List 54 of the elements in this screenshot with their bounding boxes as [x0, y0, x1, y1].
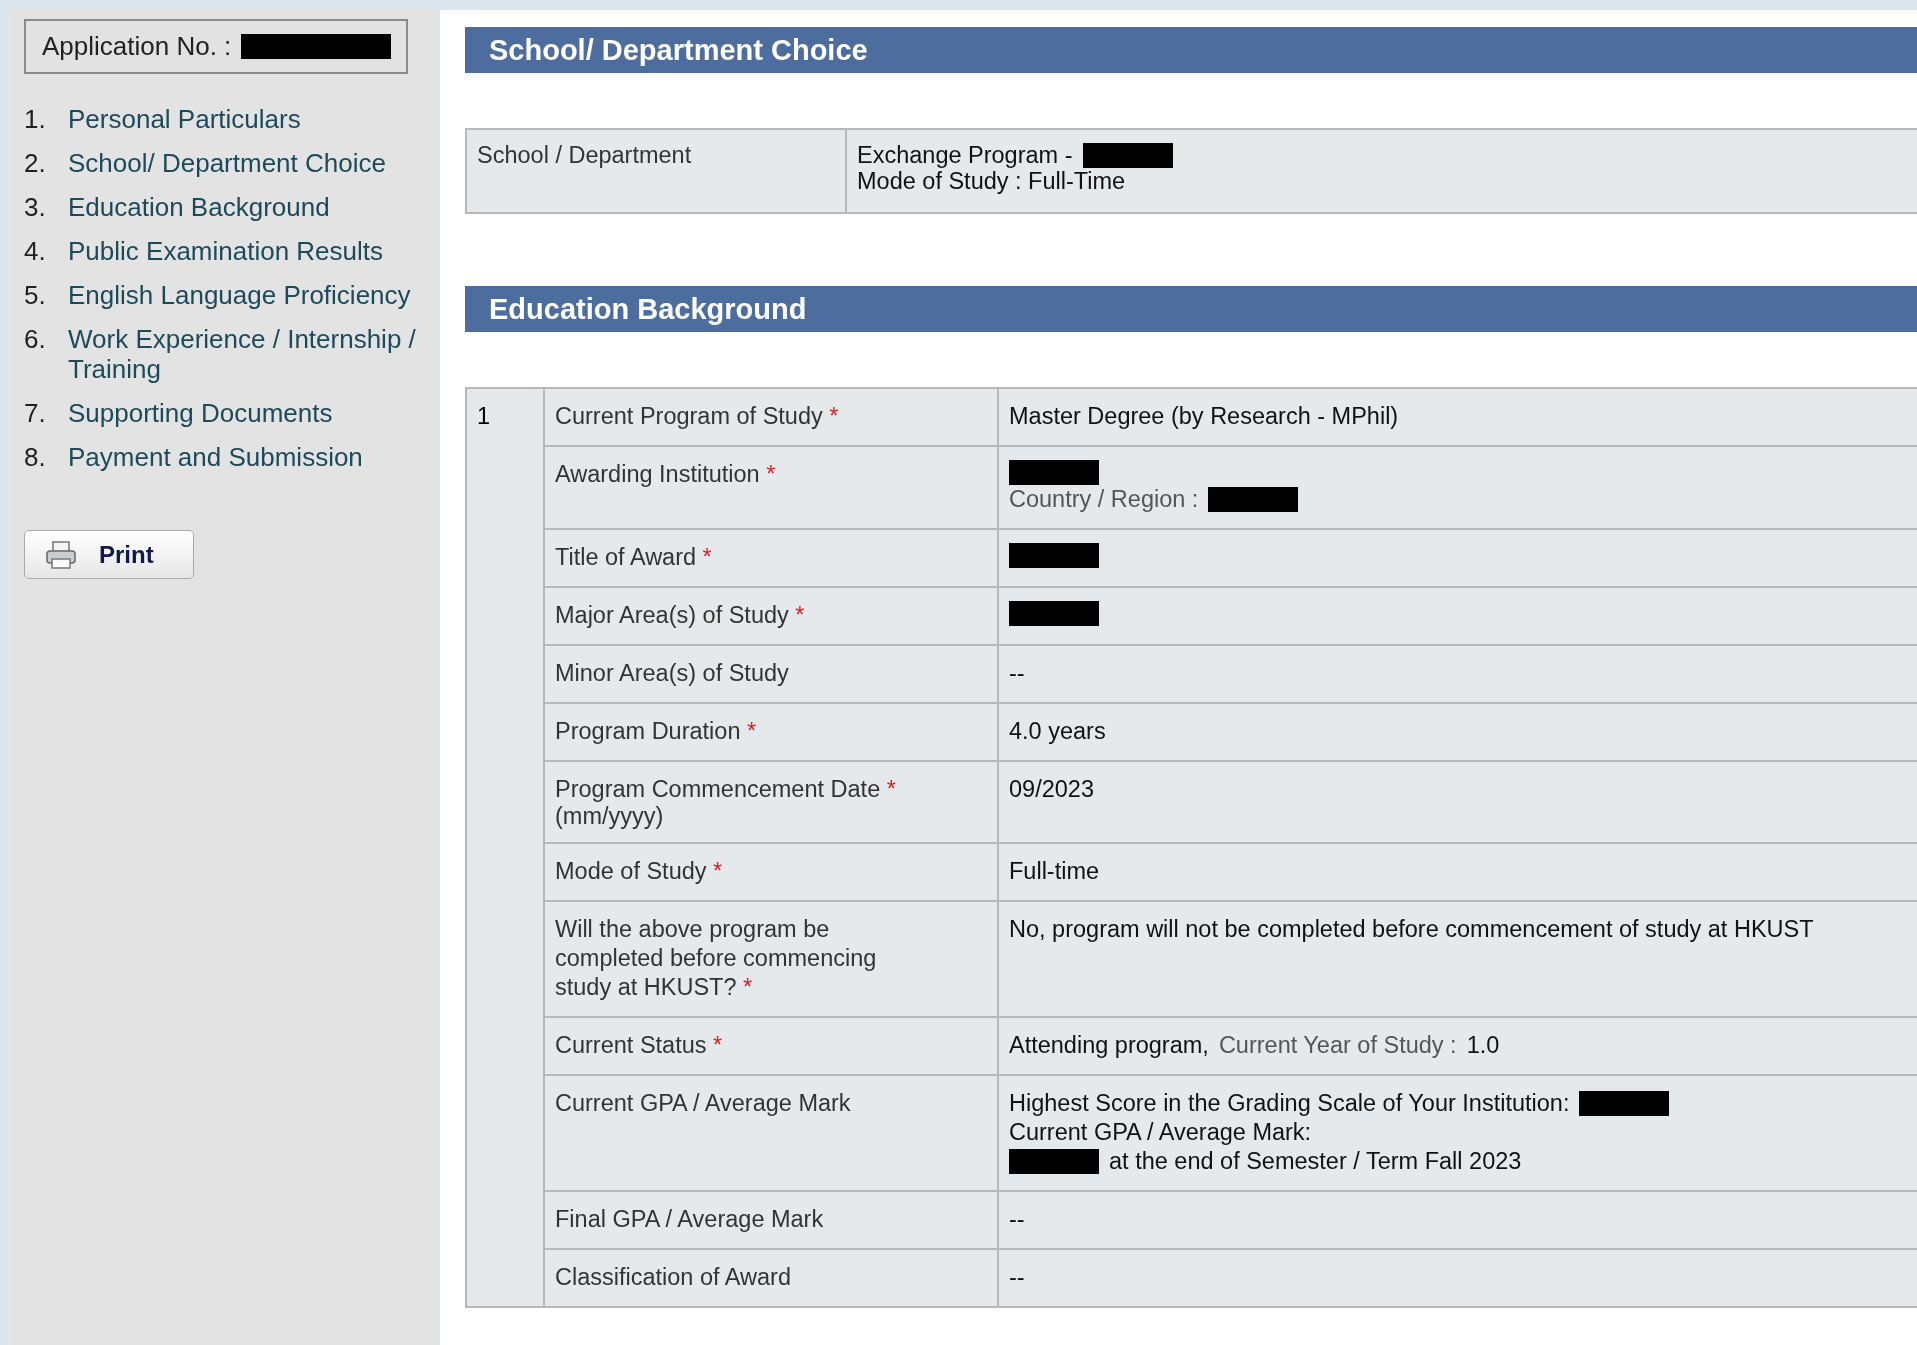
- field-label: Minor Area(s) of Study: [555, 660, 789, 686]
- field-value: Current GPA / Average Mark:: [1009, 1118, 1312, 1147]
- nav-link[interactable]: English Language Proficiency: [68, 280, 411, 310]
- nav-number: 5.: [24, 280, 47, 310]
- nav-link[interactable]: Work Experience / Internship / Training: [68, 324, 423, 384]
- nav-link[interactable]: Education Background: [68, 192, 330, 222]
- nav-link[interactable]: School/ Department Choice: [68, 148, 386, 178]
- field-label: Will the above program be completed before commencing study at HKUST? *: [555, 916, 877, 1000]
- field-value: Mode of Study : Full-Time: [857, 168, 1126, 194]
- field-value: No, program will not be completed before commencement of study at HKUST: [1009, 915, 1814, 944]
- field-label: Program Commencement Date *: [555, 776, 896, 802]
- field-value: Current Year of Study :: [1218, 1031, 1457, 1060]
- field-value: Attending program,: [1009, 1031, 1209, 1060]
- nav-number: 4.: [24, 236, 47, 266]
- field-label: Current Status *: [555, 1032, 723, 1058]
- field-value: Full-time: [1009, 857, 1100, 886]
- field-label: Mode of Study *: [555, 858, 723, 884]
- field-value: --: [1009, 659, 1025, 688]
- field-value: 09/2023: [1009, 775, 1094, 804]
- field-label: Program Duration *: [555, 718, 757, 744]
- field-value: 4.0 years: [1009, 717, 1106, 746]
- nav-number: 8.: [24, 442, 47, 472]
- nav-link[interactable]: Personal Particulars: [68, 104, 301, 134]
- nav-number: 3.: [24, 192, 47, 222]
- field-label: Current Program of Study *: [555, 403, 839, 429]
- nav-number: 6.: [24, 324, 47, 356]
- section-header: Education Background: [465, 286, 1917, 332]
- field-label: School / Department: [477, 142, 692, 168]
- field-label: Awarding Institution *: [555, 461, 776, 487]
- field-value: Master Degree (by Research - MPhil): [1009, 402, 1399, 431]
- field-label: Final GPA / Average Mark: [555, 1206, 824, 1232]
- field-label: Classification of Award: [555, 1264, 791, 1290]
- field-label: Current GPA / Average Mark: [555, 1090, 851, 1116]
- entry-number: 1: [477, 403, 491, 429]
- field-value: Country / Region :: [1009, 485, 1199, 514]
- field-value: --: [1009, 1263, 1025, 1292]
- field-value: Highest Score in the Grading Scale of Your Institution:: [1009, 1089, 1570, 1118]
- print-button[interactable]: Print: [24, 530, 194, 579]
- application-number-label: Application No. :: [42, 31, 232, 62]
- field-value: Exchange Program -: [857, 142, 1073, 168]
- nav-number: 1.: [24, 104, 47, 134]
- section-header: School/ Department Choice: [465, 27, 1917, 73]
- field-label: Title of Award *: [555, 544, 712, 570]
- nav-link[interactable]: Supporting Documents: [68, 398, 333, 428]
- field-value: at the end of Semester / Term Fall 2023: [1109, 1147, 1522, 1176]
- nav-link[interactable]: Public Examination Results: [68, 236, 384, 266]
- field-value: --: [1009, 1205, 1025, 1234]
- nav-number: 2.: [24, 148, 47, 178]
- field-note: (mm/yyyy): [555, 804, 665, 828]
- nav-link[interactable]: Payment and Submission: [68, 442, 363, 472]
- field-label: Major Area(s) of Study *: [555, 602, 805, 628]
- nav-number: 7.: [24, 398, 47, 428]
- field-value: 1.0: [1466, 1031, 1500, 1060]
- printer-icon: [45, 540, 77, 569]
